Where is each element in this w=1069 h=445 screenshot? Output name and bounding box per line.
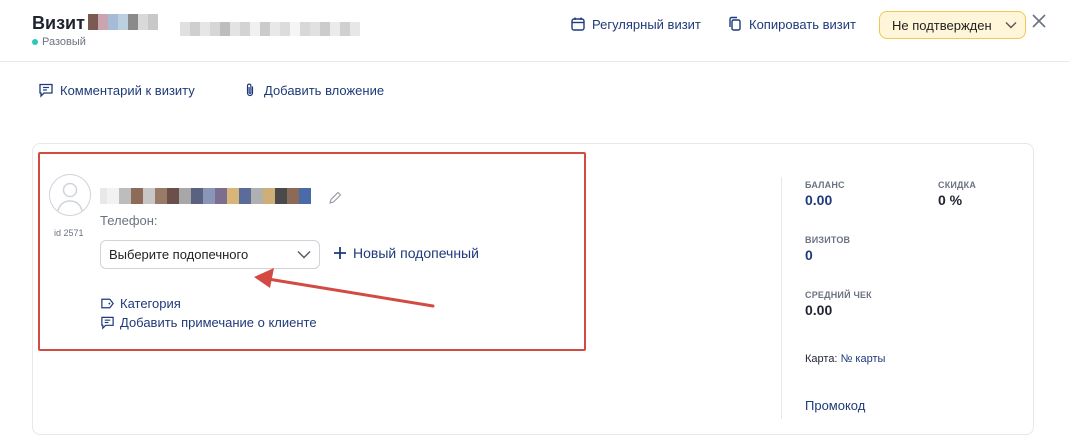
card-label: Карта:: [805, 353, 838, 365]
visits-label: ВИЗИТОВ: [805, 235, 851, 245]
comment-icon: [39, 83, 53, 98]
discount-label: СКИДКА: [938, 180, 977, 190]
balance-value: 0.00: [805, 192, 833, 208]
visit-comment-label: Комментарий к визиту: [60, 82, 195, 98]
discount-value: 0 %: [938, 192, 963, 208]
chevron-down-icon: [1005, 22, 1017, 29]
close-icon[interactable]: [1030, 12, 1048, 30]
visit-status-value: Не подтвержден: [892, 17, 992, 33]
visit-status-select[interactable]: Не подтвержден: [879, 11, 1026, 39]
visit-header: Визит Разовый Регулярный визит Копироват…: [0, 0, 1069, 62]
add-attachment-link[interactable]: Добавить вложение: [242, 82, 384, 98]
visit-type: Разовый: [32, 36, 86, 48]
promo-code-link[interactable]: Промокод: [805, 398, 865, 413]
regular-visit-button[interactable]: Регулярный визит: [570, 16, 701, 32]
calendar-icon: [571, 17, 585, 31]
status-dot: [32, 39, 38, 45]
annotation-highlight-box: [38, 152, 586, 351]
paperclip-icon: [246, 83, 254, 97]
visits-value: 0: [805, 247, 813, 263]
visit-comment-link[interactable]: Комментарий к визиту: [38, 82, 195, 98]
visit-page: Визит Разовый Регулярный визит Копироват…: [0, 0, 1069, 445]
avg-check-label: СРЕДНИЙ ЧЕК: [805, 290, 872, 300]
page-title: Визит: [32, 13, 85, 33]
add-attachment-label: Добавить вложение: [264, 82, 385, 98]
stats-divider: [781, 177, 782, 419]
balance-label: БАЛАНС: [805, 180, 845, 190]
redacted-visit-date: [180, 22, 360, 36]
visit-type-label: Разовый: [42, 36, 86, 48]
copy-visit-button[interactable]: Копировать визит: [727, 16, 856, 32]
card-number-link[interactable]: № карты: [841, 353, 886, 365]
loyalty-card: Карта: № карты: [805, 353, 885, 365]
copy-icon: [729, 16, 741, 31]
redacted-visit-info: [88, 14, 158, 30]
copy-visit-label: Копировать визит: [749, 16, 856, 32]
regular-visit-label: Регулярный визит: [592, 16, 701, 32]
avg-check-value: 0.00: [805, 302, 833, 318]
